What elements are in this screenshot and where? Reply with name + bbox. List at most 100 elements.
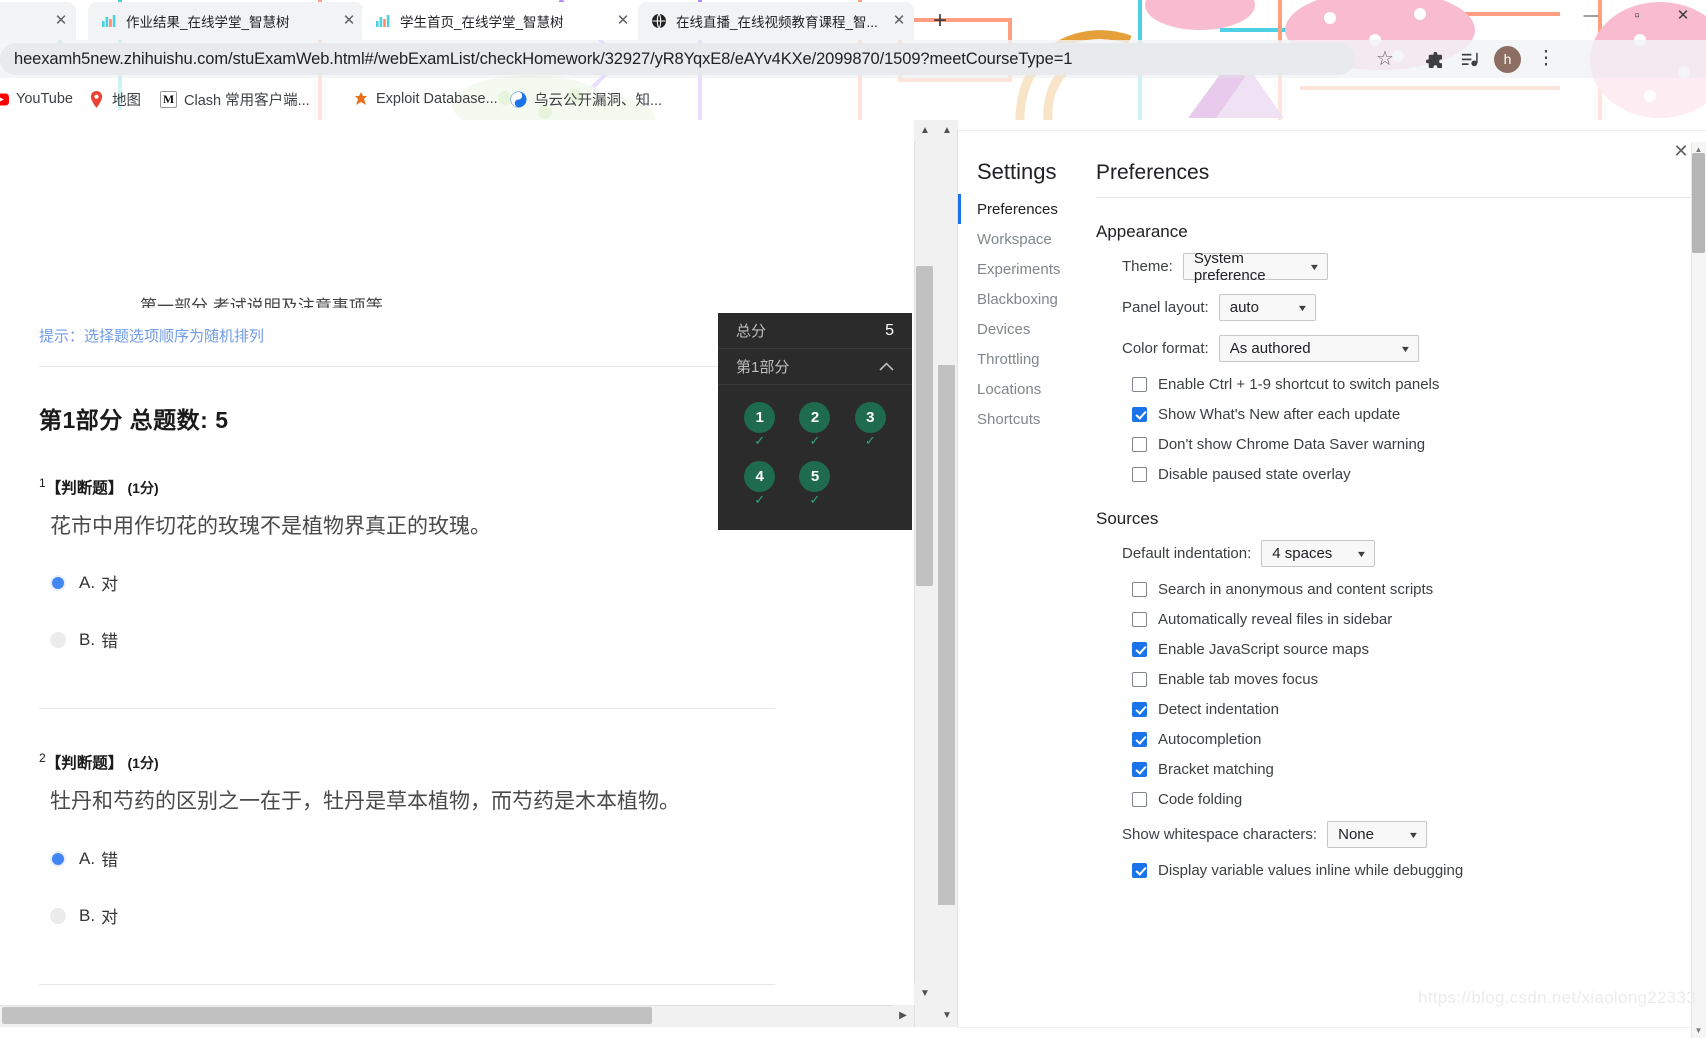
devtools-left-scroll-thumb[interactable] [938, 365, 955, 905]
checkbox-icon-checked[interactable] [1132, 863, 1147, 878]
settings-vertical-scrollbar[interactable] [1691, 142, 1706, 1038]
sidebar-item-shortcuts[interactable]: Shortcuts [977, 404, 1082, 434]
settings-scroll-thumb[interactable] [1692, 153, 1705, 253]
new-tab-button[interactable]: + [926, 8, 954, 36]
checkbox-autocompletion[interactable]: Autocompletion [1132, 731, 1706, 748]
sidebar-item-devices[interactable]: Devices [977, 314, 1082, 344]
page-viewport: 第一部分 考试说明及注意事项等 提示：选择题选项顺序为随机排列 第1部分 总题数… [0, 120, 936, 1027]
checkbox-icon[interactable] [1132, 582, 1147, 597]
scroll-up-icon[interactable]: ▲ [914, 120, 936, 142]
checkbox-icon-checked[interactable] [1132, 762, 1147, 777]
checkbox-search-anonymous-scripts[interactable]: Search in anonymous and content scripts [1132, 581, 1706, 598]
scroll-down-icon[interactable]: ▼ [914, 983, 936, 1005]
checkbox-bracket-matching[interactable]: Bracket matching [1132, 761, 1706, 778]
checkbox-tab-moves-focus[interactable]: Enable tab moves focus [1132, 671, 1706, 688]
browser-menu-icon[interactable]: ⋮ [1534, 44, 1558, 74]
bookmark-item[interactable]: M Clash 常用客户端... [160, 88, 310, 110]
scroll-down-icon[interactable]: ▼ [936, 1005, 958, 1027]
bookmark-item[interactable]: 地图 [88, 88, 141, 110]
bookmark-item[interactable]: Exploit Database... [352, 88, 498, 110]
page-vertical-scroll-thumb[interactable] [916, 266, 933, 586]
radio-icon-selected[interactable] [50, 574, 66, 591]
panel-layout-select[interactable]: auto ▼ [1218, 294, 1316, 321]
close-icon[interactable]: ✕ [52, 12, 70, 30]
radio-icon[interactable] [50, 631, 66, 648]
bookmark-star-icon[interactable]: ☆ [1376, 47, 1394, 71]
sidebar-item-blackboxing[interactable]: Blackboxing [977, 284, 1082, 314]
checkbox-auto-reveal-files[interactable]: Automatically reveal files in sidebar [1132, 611, 1706, 628]
sidebar-item-preferences[interactable]: Preferences [958, 194, 1082, 224]
browser-tab[interactable]: 在线直播_在线视频教育课程_智... ✕ [638, 2, 914, 40]
question-bubble[interactable]: 2 ✓ [799, 402, 831, 447]
color-format-select[interactable]: As authored ▼ [1218, 335, 1419, 362]
checkbox-icon[interactable] [1132, 437, 1147, 452]
part-row[interactable]: 第1部分 [718, 349, 912, 385]
answer-option[interactable]: A. 对 [50, 570, 118, 595]
checkbox-enable-ctrl-shortcut[interactable]: Enable Ctrl + 1-9 shortcut to switch pan… [1132, 376, 1706, 393]
show-whitespace-select[interactable]: None ▼ [1327, 821, 1428, 848]
youtube-icon [0, 91, 9, 108]
page-title: Preferences [1096, 161, 1210, 184]
exam-page: 第一部分 考试说明及注意事项等 提示：选择题选项顺序为随机排列 第1部分 总题数… [0, 120, 914, 1027]
browser-tab-active[interactable]: 学生首页_在线学堂_智慧树 ✕ [362, 2, 638, 40]
reading-list-icon[interactable] [1456, 46, 1482, 72]
scroll-down-icon[interactable]: ▼ [1691, 1023, 1706, 1038]
checkbox-icon[interactable] [1132, 792, 1147, 807]
question-bubble[interactable]: 4 ✓ [744, 461, 776, 506]
bookmark-item[interactable]: YouTube [0, 88, 73, 110]
answer-option[interactable]: B. 对 [50, 903, 118, 928]
close-icon[interactable]: ✕ [340, 12, 358, 30]
close-icon[interactable]: ✕ [890, 12, 908, 30]
answer-option[interactable]: A. 错 [50, 846, 118, 871]
checkbox-enable-js-source-maps[interactable]: Enable JavaScript source maps [1132, 641, 1706, 658]
checkbox-icon-checked[interactable] [1132, 732, 1147, 747]
checkbox-icon[interactable] [1132, 377, 1147, 392]
checkbox-icon-checked[interactable] [1132, 407, 1147, 422]
url-text[interactable]: heexamh5new.zhihuishu.com/stuExamWeb.htm… [14, 50, 1341, 69]
sidebar-item-label: Blackboxing [977, 290, 1058, 308]
chart-icon [100, 12, 118, 30]
answer-option[interactable]: B. 错 [50, 627, 118, 652]
checkbox-icon-checked[interactable] [1132, 642, 1147, 657]
question-bubble[interactable]: 1 ✓ [744, 402, 776, 447]
scroll-up-icon[interactable]: ▲ [936, 120, 958, 142]
browser-tab[interactable]: 作业结果_在线学堂_智慧树 ✕ [88, 2, 364, 40]
sidebar-item-experiments[interactable]: Experiments [977, 254, 1082, 284]
browser-tab[interactable]: 慧树 ✕ [0, 2, 76, 40]
extensions-icon[interactable] [1420, 46, 1446, 72]
minimize-button[interactable]: — [1568, 0, 1614, 32]
tab-title: 慧树 [0, 11, 44, 31]
sidebar-item-throttling[interactable]: Throttling [977, 344, 1082, 374]
page-horizontal-scroll-thumb[interactable] [2, 1007, 652, 1024]
checkbox-icon[interactable] [1132, 612, 1147, 627]
radio-icon[interactable] [50, 907, 66, 924]
close-icon[interactable]: ✕ [614, 12, 632, 30]
checkbox-display-variable-values-inline[interactable]: Display variable values inline while deb… [1132, 862, 1706, 879]
chevron-down-icon: ▼ [1407, 829, 1420, 840]
checkbox-disable-paused-overlay[interactable]: Disable paused state overlay [1132, 466, 1706, 483]
avatar[interactable]: h [1494, 46, 1521, 73]
question-bubble[interactable]: 3 ✓ [854, 402, 886, 447]
checkbox-icon-checked[interactable] [1132, 702, 1147, 717]
total-score-value: 5 [885, 321, 894, 339]
radio-icon-selected[interactable] [50, 850, 66, 867]
address-bar[interactable]: heexamh5new.zhihuishu.com/stuExamWeb.htm… [0, 43, 1355, 75]
checkbox-show-whats-new[interactable]: Show What's New after each update [1132, 406, 1706, 423]
default-indentation-select[interactable]: 4 spaces ▼ [1261, 540, 1376, 567]
sidebar-item-locations[interactable]: Locations [977, 374, 1082, 404]
theme-value: System preference [1193, 249, 1266, 284]
scroll-right-icon[interactable]: ▶ [892, 1005, 914, 1027]
checkbox-icon[interactable] [1132, 672, 1147, 687]
bookmark-item[interactable]: 乌云公开漏洞、知... [510, 88, 662, 110]
theme-select[interactable]: System preference ▼ [1182, 250, 1328, 284]
checkbox-hide-data-saver-warning[interactable]: Don't show Chrome Data Saver warning [1132, 436, 1706, 453]
chevron-up-icon[interactable] [879, 358, 894, 375]
sidebar-item-workspace[interactable]: Workspace [977, 224, 1082, 254]
checkbox-icon[interactable] [1132, 467, 1147, 482]
maximize-button[interactable]: ▫ [1614, 0, 1660, 32]
close-window-button[interactable]: ✕ [1660, 0, 1706, 32]
checkbox-detect-indentation[interactable]: Detect indentation [1132, 701, 1706, 718]
question-bubble[interactable]: 5 ✓ [799, 461, 831, 506]
question-number: 1 [39, 476, 46, 490]
checkbox-code-folding[interactable]: Code folding [1132, 791, 1706, 808]
